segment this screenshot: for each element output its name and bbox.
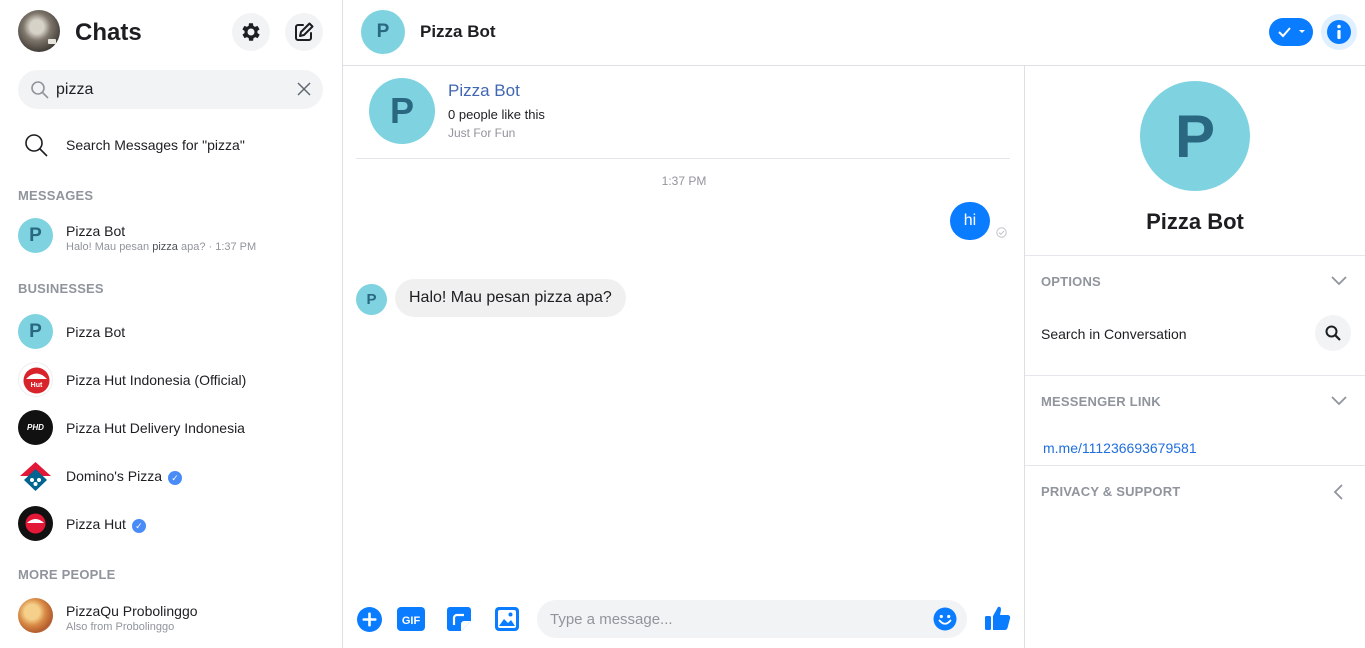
contact-name: Pizza Hut Delivery Indonesia bbox=[66, 420, 245, 436]
search-messages-label: Search Messages for "pizza" bbox=[66, 137, 245, 153]
options-label[interactable]: OPTIONS bbox=[1041, 274, 1101, 289]
message-preview: Halo! Mau pesan pizza apa? · 1:37 PM bbox=[66, 241, 257, 253]
incoming-message[interactable]: Halo! Mau pesan pizza apa? bbox=[395, 279, 626, 317]
message-composer: GIF bbox=[343, 596, 1025, 648]
verified-badge-icon: ✓ bbox=[131, 519, 146, 533]
svg-text:Hut: Hut bbox=[31, 382, 43, 389]
profile-name-link[interactable]: Pizza Bot bbox=[448, 81, 520, 101]
thumbs-up-icon bbox=[985, 606, 1011, 631]
info-icon bbox=[1327, 20, 1351, 44]
profile-likes: 0 people like this bbox=[448, 107, 545, 122]
chat-sidebar: Chats Search Messages for "piz bbox=[0, 0, 343, 648]
clear-search-icon[interactable] bbox=[297, 82, 311, 96]
business-result-pizza-hut-delivery[interactable]: PHD Pizza Hut Delivery Indonesia bbox=[0, 404, 342, 448]
emoji-icon[interactable] bbox=[933, 607, 957, 631]
conversation-panel: P Pizza Bot 0 people like this Just For … bbox=[343, 66, 1025, 648]
search-in-conversation-button[interactable] bbox=[1315, 315, 1351, 351]
dominos-logo bbox=[18, 458, 53, 493]
sticker-button[interactable] bbox=[445, 605, 473, 633]
message-input-box bbox=[537, 600, 967, 638]
conversation-info-pane: P Pizza Bot OPTIONS Search in Conversati… bbox=[1025, 66, 1365, 648]
caret-down-icon bbox=[1298, 30, 1305, 33]
my-avatar[interactable] bbox=[18, 10, 60, 52]
contact-name: PizzaQu Probolinggo bbox=[66, 603, 198, 619]
info-name: Pizza Bot bbox=[1146, 209, 1244, 234]
gif-button[interactable]: GIF bbox=[396, 605, 426, 633]
plus-circle-icon bbox=[356, 606, 382, 632]
section-label-more-people: MORE PEOPLE bbox=[18, 567, 116, 582]
search-messages-item[interactable]: Search Messages for "pizza" bbox=[0, 128, 342, 164]
image-icon bbox=[495, 607, 519, 631]
gif-label: GIF bbox=[402, 615, 421, 627]
outgoing-message[interactable]: hi bbox=[950, 202, 990, 240]
business-result-dominos[interactable]: Domino's Pizza ✓ bbox=[0, 452, 342, 496]
pizza-hut-logo bbox=[18, 506, 53, 541]
photo-button[interactable] bbox=[493, 605, 521, 633]
conversation-avatar[interactable]: P bbox=[361, 10, 405, 54]
search-box bbox=[18, 70, 323, 109]
sender-avatar: P bbox=[356, 284, 387, 315]
manage-button[interactable] bbox=[1269, 18, 1313, 46]
new-message-button[interactable] bbox=[285, 13, 323, 51]
pizza-hut-indonesia-logo: Hut bbox=[18, 362, 53, 397]
privacy-support-section: PRIVACY & SUPPORT bbox=[1025, 465, 1365, 525]
info-avatar[interactable]: P bbox=[1140, 81, 1250, 191]
contact-name: Pizza Bot bbox=[66, 223, 126, 239]
options-section: OPTIONS Search in Conversation bbox=[1025, 255, 1365, 375]
contact-name: Pizza Hut Indonesia (Official) bbox=[66, 372, 247, 388]
profile-category: Just For Fun bbox=[448, 126, 516, 140]
section-label-businesses: BUSINESSES bbox=[18, 281, 104, 296]
contact-subtitle: Also from Probolinggo bbox=[66, 621, 175, 633]
business-result-pizza-hut-indonesia[interactable]: Hut Pizza Hut Indonesia (Official) bbox=[0, 356, 342, 400]
message-input[interactable] bbox=[550, 608, 920, 630]
messenger-link-section: MESSENGER LINK m.me/111236693679581 bbox=[1025, 375, 1365, 465]
pizzaqu-avatar bbox=[18, 598, 53, 633]
business-result-pizza-hut[interactable]: Pizza Hut ✓ bbox=[0, 500, 342, 544]
search-input[interactable] bbox=[56, 77, 286, 103]
sidebar-header: Chats bbox=[0, 0, 342, 66]
search-in-conversation-label[interactable]: Search in Conversation bbox=[1041, 326, 1187, 342]
like-button[interactable] bbox=[983, 603, 1013, 633]
verified-badge-icon: ✓ bbox=[168, 471, 183, 485]
logo-text: PHD bbox=[27, 423, 44, 432]
messenger-link-label[interactable]: MESSENGER LINK bbox=[1041, 394, 1161, 409]
search-icon bbox=[1325, 325, 1341, 341]
settings-button[interactable] bbox=[232, 13, 270, 51]
message-result-pizza-bot[interactable]: P Pizza Bot Halo! Mau pesan pizza apa? ·… bbox=[0, 212, 342, 256]
avatar: P bbox=[18, 218, 53, 253]
check-icon bbox=[1277, 27, 1291, 38]
message-timestamp: 1:37 PM bbox=[661, 174, 707, 188]
search-icon bbox=[25, 134, 48, 157]
chats-title: Chats bbox=[75, 19, 142, 46]
gif-icon: GIF bbox=[397, 607, 425, 631]
business-result-pizza-bot[interactable]: P Pizza Bot bbox=[0, 308, 342, 352]
search-match: pizza bbox=[152, 241, 178, 253]
conversation-info-button[interactable] bbox=[1321, 14, 1357, 50]
phd-logo: PHD bbox=[18, 410, 53, 445]
chevron-left-icon[interactable] bbox=[1332, 483, 1344, 501]
sent-status-icon bbox=[996, 227, 1007, 238]
section-label-messages: MESSAGES bbox=[18, 188, 94, 203]
more-actions-button[interactable] bbox=[355, 605, 383, 633]
person-result-pizzaqu[interactable]: PizzaQu Probolinggo Also from Probolingg… bbox=[0, 592, 342, 636]
compose-icon bbox=[295, 22, 314, 41]
messenger-link[interactable]: m.me/111236693679581 bbox=[1043, 440, 1197, 456]
sticker-icon bbox=[447, 607, 471, 631]
chevron-down-icon[interactable] bbox=[1330, 395, 1348, 407]
privacy-support-label[interactable]: PRIVACY & SUPPORT bbox=[1041, 484, 1180, 499]
avatar: P bbox=[18, 314, 53, 349]
gear-icon bbox=[242, 23, 260, 41]
chevron-down-icon[interactable] bbox=[1330, 275, 1348, 287]
search-icon bbox=[31, 81, 49, 99]
contact-name: Domino's Pizza ✓ bbox=[66, 468, 183, 485]
contact-name: Pizza Hut ✓ bbox=[66, 516, 146, 533]
conversation-header: P Pizza Bot bbox=[343, 0, 1365, 66]
conversation-profile-card: P Pizza Bot 0 people like this Just For … bbox=[356, 66, 1010, 159]
contact-name: Pizza Bot bbox=[66, 324, 126, 340]
conversation-title: Pizza Bot bbox=[420, 22, 496, 41]
profile-avatar[interactable]: P bbox=[369, 78, 435, 144]
